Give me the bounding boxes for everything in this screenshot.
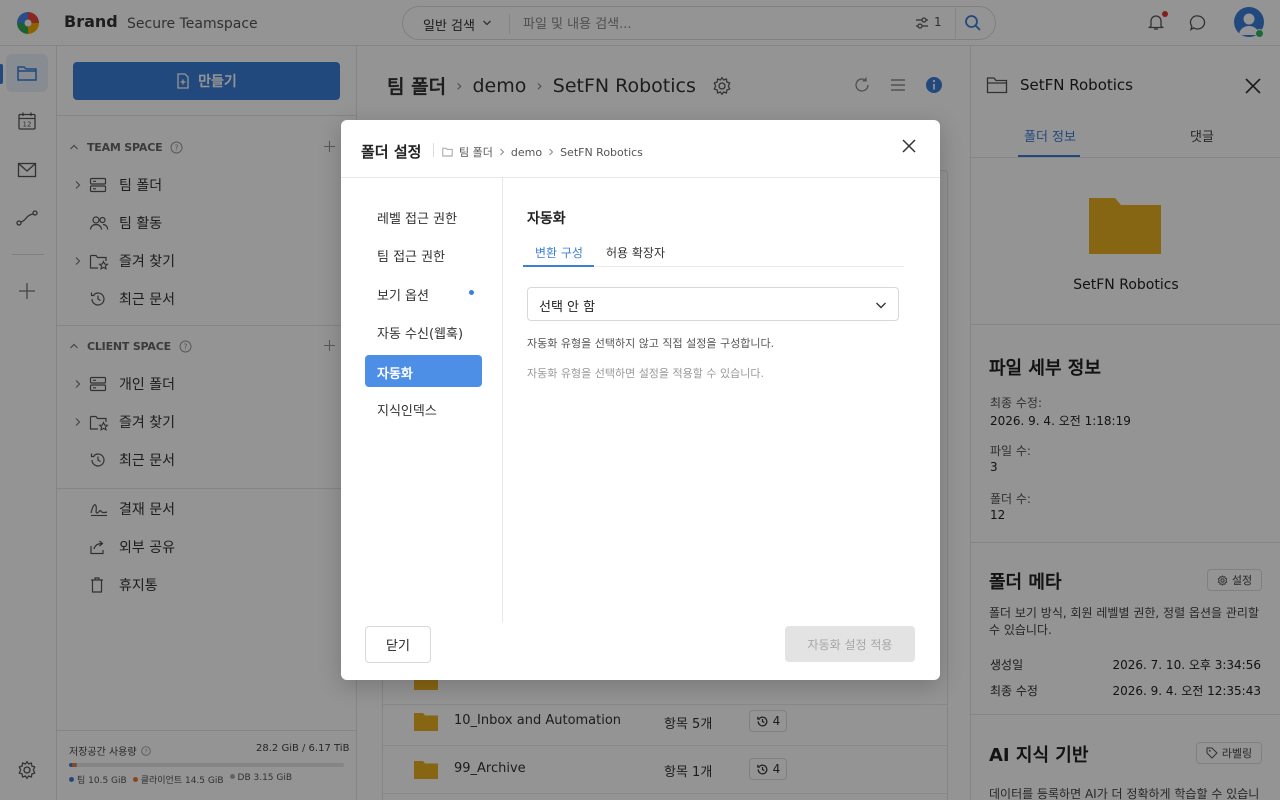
automation-type-select[interactable]: 선택 안 함 xyxy=(527,287,899,321)
folder-settings-dialog: 폴더 설정 팀 폴더 demo SetFN Robotics 레벨 접근 권한 … xyxy=(341,120,940,680)
dialog-divider xyxy=(502,178,503,622)
tab-conversion-config[interactable]: 변환 구성 xyxy=(535,244,583,261)
dialog-title: 폴더 설정 xyxy=(361,143,422,161)
help-text-primary: 자동화 유형을 선택하지 않고 직접 설정을 구성합니다. xyxy=(527,337,775,350)
help-text-secondary: 자동화 유형을 선택하면 설정을 적용할 수 있습니다. xyxy=(527,367,764,380)
dialog-header: 폴더 설정 팀 폴더 demo SetFN Robotics xyxy=(341,120,940,178)
close-icon[interactable] xyxy=(901,138,917,154)
tab-allowed-extensions[interactable]: 허용 확장자 xyxy=(606,244,665,261)
nav-view-options[interactable]: 보기 옵션 xyxy=(365,277,482,309)
breadcrumb-item: demo xyxy=(510,145,543,159)
breadcrumb-item: 팀 폴더 xyxy=(459,146,493,159)
close-button[interactable]: 닫기 xyxy=(365,626,431,663)
chevron-down-icon xyxy=(875,300,887,310)
chevron-right-icon xyxy=(499,148,505,156)
section-title: 자동화 xyxy=(527,211,566,227)
active-tab-indicator xyxy=(523,265,594,267)
apply-automation-button[interactable]: 자동화 설정 적용 xyxy=(785,626,915,662)
nav-label: 보기 옵션 xyxy=(377,289,429,304)
nav-level-access[interactable]: 레벨 접근 권한 xyxy=(365,200,482,232)
folder-icon xyxy=(442,147,453,157)
breadcrumb-item: SetFN Robotics xyxy=(560,145,643,159)
chevron-right-icon xyxy=(548,148,554,156)
nav-automation[interactable]: 자동화 xyxy=(365,355,482,387)
nav-webhook[interactable]: 자동 수신(웹훅) xyxy=(365,315,482,347)
nav-knowledge-index[interactable]: 지식인덱스 xyxy=(365,392,482,424)
automation-tabs: 변환 구성 허용 확장자 xyxy=(523,240,904,267)
dialog-breadcrumb: 팀 폴더 demo SetFN Robotics xyxy=(442,144,643,160)
title-divider xyxy=(433,143,434,157)
nav-team-access[interactable]: 팀 접근 권한 xyxy=(365,238,482,270)
select-value: 선택 안 함 xyxy=(539,300,596,315)
unsaved-dot xyxy=(469,290,474,295)
